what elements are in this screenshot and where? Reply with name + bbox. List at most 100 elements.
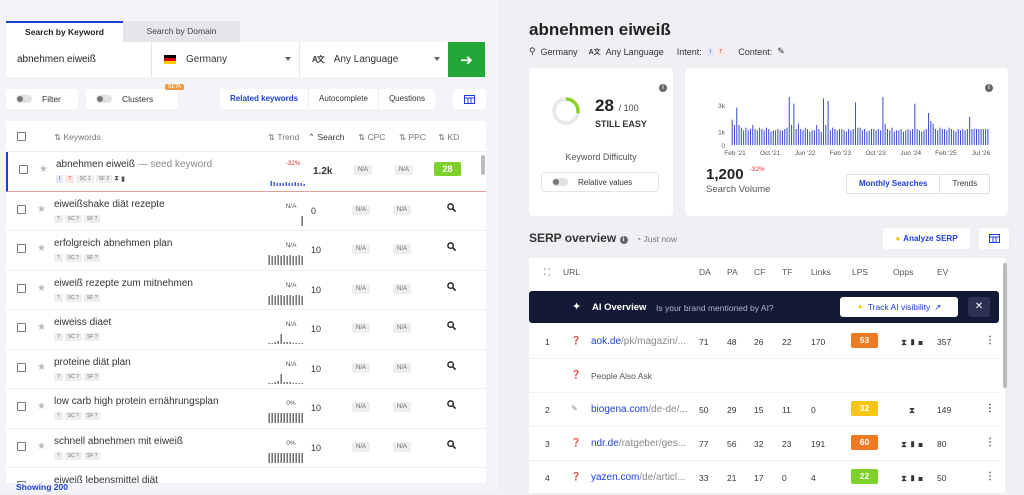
ppc-value: N/A <box>393 323 412 333</box>
keyword-text[interactable]: erfolgreich abnehmen plan <box>54 238 172 249</box>
col-search[interactable]: ⌃ Search <box>308 132 344 143</box>
star-icon[interactable]: ★ <box>39 164 48 175</box>
tab-related-keywords[interactable]: Related keywords <box>220 89 310 109</box>
col-kd[interactable]: ⇅ KD <box>438 132 459 143</box>
star-icon[interactable]: ★ <box>37 283 46 294</box>
serp-columns-button[interactable] <box>979 228 1009 249</box>
star-icon[interactable]: ★ <box>37 362 46 373</box>
star-icon[interactable]: ★ <box>37 441 46 452</box>
tab-autocomplete[interactable]: Autocomplete <box>309 89 379 109</box>
tab-search-by-domain[interactable]: Search by Domain <box>123 21 240 42</box>
pencil-icon[interactable]: ✎ <box>777 46 785 57</box>
more-options-icon[interactable]: ⋮ <box>985 437 995 448</box>
table-row[interactable]: ★ abnehmen eiweiß — seed keyword I T SC 1 SF … <box>6 152 486 192</box>
keyword-text[interactable]: eiweiß lebensmittel diät <box>54 475 158 483</box>
select-all-checkbox[interactable] <box>17 131 26 141</box>
clusters-toggle[interactable]: Clusters BETA <box>86 84 184 109</box>
expand-icon[interactable]: ⛶ <box>544 267 550 278</box>
tab-monthly-searches[interactable]: Monthly Searches <box>847 175 941 193</box>
tab-questions[interactable]: Questions <box>379 89 435 109</box>
keyword-badge: SC ? <box>64 451 82 460</box>
keyword-text[interactable]: eiweiss diaet <box>54 317 111 328</box>
serp-row[interactable]: 1 ❓ aok.de/pk/magazin/... 71 48 26 22 17… <box>529 325 999 359</box>
volume-bar <box>733 125 735 145</box>
serp-scrollbar[interactable] <box>1003 263 1007 388</box>
row-checkbox[interactable] <box>17 402 26 411</box>
table-row[interactable]: ★ low carb high protein ernährungsplan? SC… <box>6 389 486 429</box>
keyword-text[interactable]: abnehmen eiweiß — seed keyword <box>56 159 212 170</box>
table-row[interactable]: ★ eiweißshake diät rezepte? SC ? SF ? N/A 0 N/… <box>6 192 486 231</box>
volume-bar <box>807 129 809 145</box>
volume-bar <box>743 130 745 145</box>
table-row[interactable]: ★ proteine diät plan? SC ? SF ? N/A 10 N/A N/A <box>6 350 486 389</box>
table-scrollbar[interactable] <box>481 155 485 175</box>
tab-trends[interactable]: Trends <box>940 175 989 193</box>
pa-value: 21 <box>727 473 737 483</box>
row-checkbox[interactable] <box>19 165 28 174</box>
search-icon[interactable] <box>447 439 456 449</box>
serp-url[interactable]: ndr.de/ratgeber/ges... <box>591 438 686 449</box>
search-icon[interactable] <box>447 360 456 370</box>
col-trend[interactable]: ⇅ Trend <box>268 132 299 143</box>
col-ppc[interactable]: ⇅ PPC <box>399 132 426 143</box>
star-icon[interactable]: ★ <box>37 322 46 333</box>
row-checkbox[interactable] <box>17 441 26 451</box>
search-icon[interactable] <box>447 242 456 251</box>
search-icon[interactable] <box>447 321 456 330</box>
more-options-icon[interactable]: ⋮ <box>985 471 995 482</box>
info-icon[interactable]: i <box>659 84 667 92</box>
keyword-badge: ? <box>54 293 63 302</box>
keyword-text[interactable]: eiweiß rezepte zum mitnehmen <box>54 278 193 289</box>
serp-row[interactable]: 4 ❓ yazen.com/de/articl... 33 21 17 0 4 … <box>529 461 999 495</box>
search-submit-button[interactable]: ➔ <box>448 42 485 77</box>
col-keywords[interactable]: ⇅ Keywords <box>54 132 101 143</box>
search-icon[interactable] <box>447 202 456 212</box>
serp-row[interactable]: 3 ❓ ndr.de/ratgeber/ges... 77 56 32 23 1… <box>529 427 999 461</box>
sparkline-bar <box>277 413 279 423</box>
keyword-text[interactable]: eiweißshake diät rezepte <box>54 199 165 210</box>
table-row[interactable]: ★ eiweiss diaet? SC ? SF ? N/A 10 N/A N/A <box>6 310 486 350</box>
analyze-serp-button[interactable]: ● Analyze SERP <box>883 228 970 249</box>
star-icon[interactable]: ★ <box>37 204 46 215</box>
row-checkbox[interactable] <box>17 244 26 253</box>
filter-toggle[interactable]: Filter <box>6 89 78 109</box>
star-icon[interactable]: ★ <box>37 401 46 412</box>
row-checkbox[interactable] <box>17 362 26 372</box>
search-icon[interactable] <box>447 400 456 409</box>
serp-url[interactable]: yazen.com/de/articl... <box>591 472 686 483</box>
col-cpc[interactable]: ⇅ CPC <box>358 132 385 143</box>
serp-url[interactable]: biogena.com/de-de/... <box>591 404 688 415</box>
more-options-icon[interactable]: ⋮ <box>985 335 995 346</box>
more-options-icon[interactable]: ⋮ <box>985 403 995 414</box>
row-checkbox[interactable] <box>17 283 26 293</box>
close-icon[interactable]: ✕ <box>968 297 990 317</box>
volume-bar <box>823 98 825 145</box>
serp-url[interactable]: aok.de/pk/magazin/... <box>591 336 686 347</box>
keyword-text[interactable]: schnell abnehmen mit eiweiß <box>54 436 183 447</box>
keyword-label: abnehmen eiweiß <box>56 159 135 170</box>
table-row[interactable]: ★eiweiß lebensmittel diät <box>6 468 486 483</box>
tab-search-by-keyword[interactable]: Search by Keyword <box>6 21 123 42</box>
toggle-switch[interactable] <box>552 178 568 186</box>
serp-row[interactable]: 2 ✎ biogena.com/de-de/... 50 29 15 11 0 … <box>529 393 999 427</box>
track-ai-visibility-button[interactable]: ✦ Track AI visibility ↗ <box>840 297 958 317</box>
country-select[interactable]: Germany <box>152 42 300 77</box>
relative-values-toggle[interactable]: Relative values <box>541 172 659 192</box>
keyword-text[interactable]: proteine diät plan <box>54 357 131 368</box>
table-row[interactable]: ★ erfolgreich abnehmen plan? SC ? SF ? N/A 10… <box>6 231 486 271</box>
info-icon[interactable]: i <box>619 236 628 244</box>
keyword-input[interactable]: abnehmen eiweiß <box>6 42 152 77</box>
star-icon[interactable]: ★ <box>37 243 46 254</box>
columns-button[interactable] <box>453 89 486 109</box>
sparkline-bar <box>289 413 291 423</box>
toggle-switch[interactable] <box>96 95 112 103</box>
people-also-ask-row[interactable]: ❓ People Also Ask <box>529 359 999 393</box>
table-row[interactable]: ★ schnell abnehmen mit eiweiß? SC ? SF ? 0% 1… <box>6 429 486 468</box>
row-checkbox[interactable] <box>17 204 26 214</box>
toggle-switch[interactable] <box>16 95 32 103</box>
table-row[interactable]: ★ eiweiß rezepte zum mitnehmen? SC ? SF ? N/… <box>6 271 486 310</box>
language-select[interactable]: A文 Any Language <box>300 42 448 77</box>
row-checkbox[interactable] <box>17 323 26 332</box>
search-icon[interactable] <box>447 281 456 291</box>
keyword-text[interactable]: low carb high protein ernährungsplan <box>54 396 219 407</box>
